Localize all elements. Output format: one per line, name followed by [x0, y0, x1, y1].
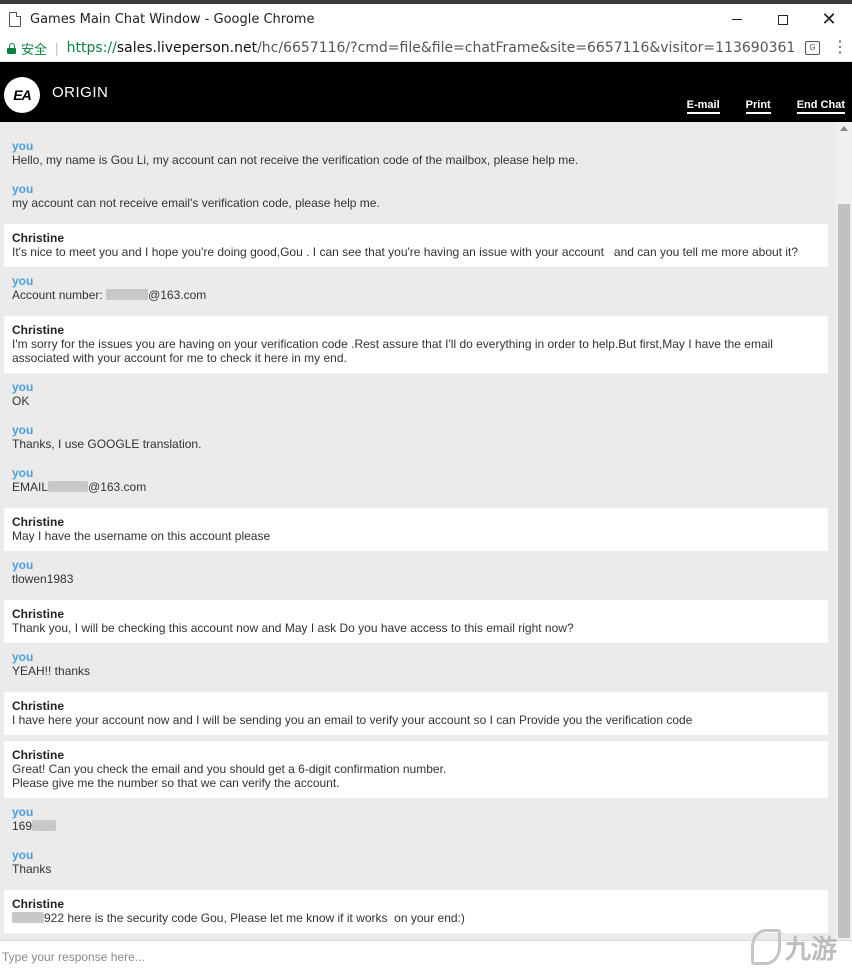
message-sender: Christine — [12, 897, 65, 911]
window-controls: ✕ — [714, 4, 852, 35]
chat-message: you Account number: @163.com — [4, 274, 828, 302]
maximize-button[interactable] — [760, 4, 806, 35]
response-input[interactable] — [0, 941, 660, 972]
message-text-after: 922 here is the security code Gou, Pleas… — [44, 911, 465, 925]
message-sender: you — [12, 650, 34, 664]
chat-message: you Thanks, I use GOOGLE translation. — [4, 423, 828, 451]
end-chat-link[interactable]: End Chat — [796, 99, 845, 114]
window-title: Games Main Chat Window - Google Chrome — [30, 12, 315, 27]
message-sender: Christine — [12, 748, 65, 762]
message-sender: you — [12, 848, 34, 862]
page-icon — [9, 12, 21, 27]
print-link[interactable]: Print — [745, 99, 771, 114]
chat-message: Christine It's nice to meet you and I ho… — [4, 224, 828, 267]
message-sender: Christine — [12, 323, 65, 337]
url-path: /hc/6657116/?cmd=file&file=chatFrame&sit… — [257, 40, 795, 56]
header-links: E-mail Print End Chat — [661, 99, 845, 114]
maximize-icon — [778, 14, 788, 25]
ea-logo: EA — [4, 77, 40, 113]
message-text: EMAIL @163.com — [12, 480, 828, 494]
chat-transcript[interactable]: you Hello, my name is Gou Li, my account… — [0, 122, 852, 940]
message-text: YEAH!! thanks — [12, 664, 91, 678]
email-link[interactable]: E-mail — [686, 99, 720, 114]
chat-message: you EMAIL @163.com — [4, 466, 828, 494]
message-text: tlowen1983 — [12, 572, 74, 586]
message-sender: Christine — [12, 515, 65, 529]
message-text: It's nice to meet you and I hope you're … — [12, 245, 799, 259]
scroll-thumb[interactable] — [838, 204, 850, 938]
translate-icon[interactable]: G — [805, 41, 820, 55]
redacted-text — [48, 481, 89, 492]
site-watermark: 九游 — [751, 924, 846, 970]
message-sender: Christine — [12, 607, 65, 621]
message-text-before: 169 — [12, 819, 33, 833]
lock-icon — [7, 42, 16, 54]
message-text-after: @163.com — [148, 288, 207, 302]
chat-message: you tlowen1983 — [4, 558, 828, 586]
message-text: 169 — [12, 819, 828, 833]
message-text-before: EMAIL — [12, 480, 49, 494]
response-bar — [0, 940, 852, 973]
minimize-icon — [732, 19, 742, 20]
watermark-text: 九游 — [785, 934, 838, 965]
redacted-text — [12, 912, 44, 923]
chat-message: Christine 922 here is the security code … — [4, 890, 828, 933]
message-text: Hello, my name is Gou Li, my account can… — [12, 153, 579, 167]
message-text: Thank you, I will be checking this accou… — [12, 621, 574, 635]
message-sender: you — [12, 805, 34, 819]
message-sender: you — [12, 274, 34, 288]
chat-message: you OK — [4, 380, 828, 408]
message-text-before: Account number: — [12, 288, 107, 302]
message-text: I'm sorry for the issues you are having … — [12, 337, 773, 365]
message-text-after: @163.com — [88, 480, 147, 494]
minimize-button[interactable] — [714, 4, 760, 35]
scroll-up-arrow-icon[interactable] — [840, 126, 848, 131]
chat-message: Christine I'm sorry for the issues you a… — [4, 316, 828, 373]
more-menu-icon[interactable]: ⋮ — [832, 40, 848, 56]
chat-message: Christine I have here your account now a… — [4, 692, 828, 735]
message-sender: you — [12, 423, 34, 437]
chat-header: EA ORIGIN E-mail Print End Chat — [0, 62, 852, 122]
close-icon: ✕ — [821, 9, 837, 30]
chat-scrollbar[interactable] — [836, 122, 852, 940]
message-sender: you — [12, 466, 34, 480]
message-text: Thanks — [12, 862, 52, 876]
chat-message: Christine Great! Can you check the email… — [4, 741, 828, 798]
chat-message: Christine May I have the username on thi… — [4, 508, 828, 551]
chat-message: Christine Thank you, I will be checking … — [4, 600, 828, 643]
message-text: Account number: @163.com — [12, 288, 828, 302]
message-text: Great! Can you check the email and you s… — [12, 762, 447, 790]
chat-message: you my account can not receive email's v… — [4, 182, 828, 210]
message-text: OK — [12, 394, 30, 408]
message-text: Thanks, I use GOOGLE translation. — [12, 437, 202, 451]
message-sender: you — [12, 182, 34, 196]
chat-message: you Thanks — [4, 848, 828, 876]
secure-label: 安全 — [21, 42, 48, 58]
message-sender: Christine — [12, 231, 65, 245]
url-host: sales.liveperson.net — [116, 40, 258, 56]
message-text: my account can not receive email's verif… — [12, 196, 380, 210]
chat-message: you Hello, my name is Gou Li, my account… — [4, 139, 828, 167]
address-bar[interactable]: 安全 | https://sales.liveperson.net/hc/665… — [0, 35, 852, 62]
message-sender: you — [12, 558, 34, 572]
window-titlebar: Games Main Chat Window - Google Chrome ✕ — [0, 0, 852, 35]
message-sender: you — [12, 139, 34, 153]
chat-message: you 169 — [4, 805, 828, 833]
redacted-text — [32, 820, 57, 831]
message-sender: you — [12, 380, 34, 394]
watermark-logo-icon — [751, 929, 781, 965]
message-text: May I have the username on this account … — [12, 529, 271, 543]
message-text: I have here your account now and I will … — [12, 713, 693, 727]
redacted-text — [106, 289, 149, 300]
brand-name: ORIGIN — [52, 84, 109, 101]
url-text[interactable]: https://sales.liveperson.net/hc/6657116/… — [67, 40, 795, 56]
address-separator: | — [55, 40, 59, 56]
url-scheme: https:// — [66, 40, 117, 56]
message-sender: Christine — [12, 699, 65, 713]
message-text: 922 here is the security code Gou, Pleas… — [12, 911, 828, 925]
close-button[interactable]: ✕ — [806, 4, 852, 35]
chat-message: you YEAH!! thanks — [4, 650, 828, 678]
